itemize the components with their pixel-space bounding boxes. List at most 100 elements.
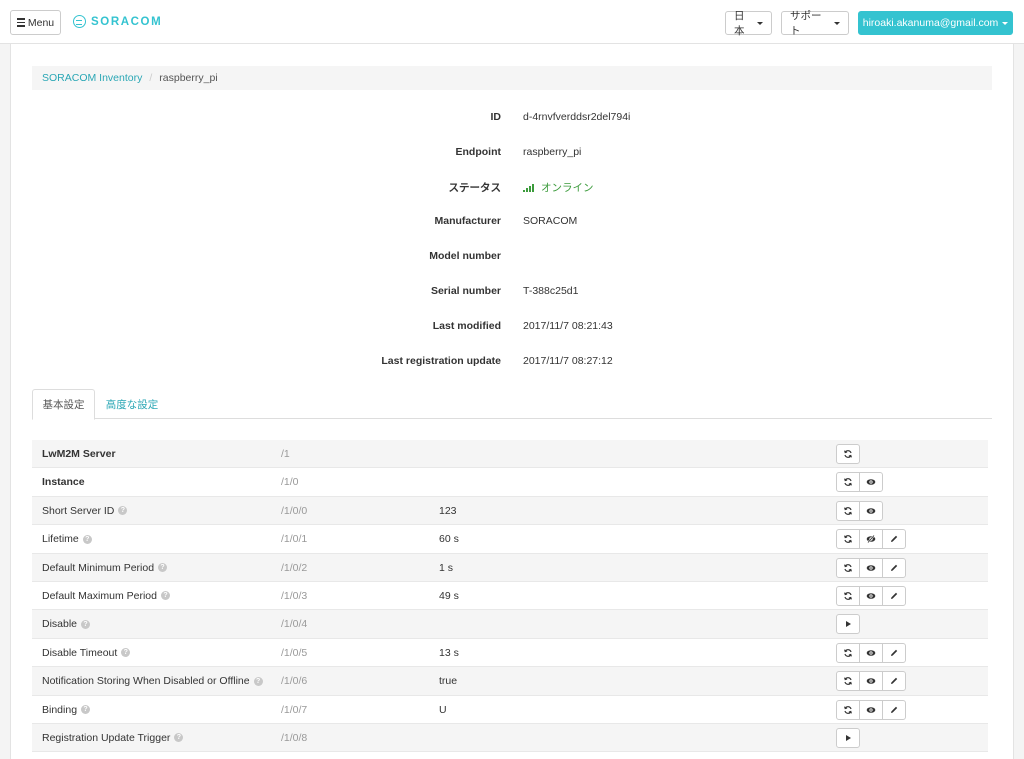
resource-name-text: Disable xyxy=(42,618,78,631)
refresh-button[interactable] xyxy=(836,500,860,521)
refresh-button[interactable] xyxy=(836,472,860,493)
help-icon[interactable]: ? xyxy=(160,591,170,601)
resource-name-text: Instance xyxy=(42,476,85,489)
refresh-button[interactable] xyxy=(836,642,860,663)
table-row: Default Minimum Period? /1/0/2 1 s xyxy=(32,553,988,582)
resource-name-text: Notification Storing When Disabled or Of… xyxy=(42,675,250,688)
resource-name-text: Binding xyxy=(42,703,78,716)
status-label: ステータス xyxy=(448,182,502,194)
resource-path: /1/0/0 xyxy=(281,504,308,517)
resource-value: 49 s xyxy=(439,589,459,602)
resource-value: 1 s xyxy=(439,561,454,574)
user-dropdown[interactable]: hiroaki.akanuma@gmail.com xyxy=(858,11,1013,35)
help-icon[interactable]: ? xyxy=(174,733,184,743)
help-icon[interactable]: ? xyxy=(253,676,263,686)
tab-basic-settings[interactable]: 基本設定 xyxy=(32,389,95,420)
breadcrumb-parent-link[interactable]: SORACOM Inventory xyxy=(42,72,142,84)
support-dropdown[interactable]: サポート xyxy=(781,10,849,37)
tab-advanced-settings[interactable]: 高度な設定 xyxy=(98,389,166,419)
resource-actions xyxy=(836,529,906,550)
refresh-icon xyxy=(843,477,853,487)
resource-name: Short Server ID? xyxy=(42,497,128,525)
serial-number-value: T-388c25d1 xyxy=(523,285,579,297)
resource-name: Registration Update Trigger? xyxy=(42,724,184,752)
help-icon[interactable]: ? xyxy=(158,563,168,573)
breadcrumb-current: raspberry_pi xyxy=(159,72,218,84)
resource-name-text: Default Minimum Period xyxy=(42,561,155,574)
table-row: Default Maximum Period? /1/0/3 49 s xyxy=(32,582,988,611)
resource-name-text: Lifetime xyxy=(42,533,79,546)
eye-button[interactable] xyxy=(859,557,883,578)
table-row: Registration Update Trigger? /1/0/8 xyxy=(32,723,988,753)
pencil-button[interactable] xyxy=(882,529,906,550)
resource-path: /1 xyxy=(281,448,290,460)
logo-text: SORACOM xyxy=(91,15,163,28)
endpoint-label: Endpoint xyxy=(455,146,502,158)
eye-icon xyxy=(866,563,876,573)
pencil-button[interactable] xyxy=(882,557,906,578)
table-row: LwM2M Server/1 xyxy=(32,440,988,469)
pencil-button[interactable] xyxy=(882,585,906,606)
play-button[interactable] xyxy=(836,727,860,748)
eye-off-button[interactable] xyxy=(859,529,883,550)
resource-actions xyxy=(836,472,883,493)
language-dropdown[interactable]: 日本 xyxy=(725,10,772,37)
resource-name-text: LwM2M Server xyxy=(42,448,116,460)
help-icon[interactable]: ? xyxy=(82,534,92,544)
help-icon[interactable]: ? xyxy=(118,506,128,516)
signal-icon xyxy=(523,183,534,192)
menu-button-label: Menu xyxy=(27,16,55,29)
refresh-button[interactable] xyxy=(836,557,860,578)
resource-name: Disable Timeout? xyxy=(42,639,131,667)
eye-icon xyxy=(866,676,876,686)
eye-button[interactable] xyxy=(859,642,883,663)
model-number-label: Model number xyxy=(429,250,501,262)
eye-button[interactable] xyxy=(859,472,883,493)
resource-value: 60 s xyxy=(439,533,459,546)
soracom-logo[interactable]: SORACOM xyxy=(73,15,162,28)
manufacturer-label: Manufacturer xyxy=(434,215,501,227)
resource-path: /1/0 xyxy=(281,476,299,489)
resource-path: /1/0/2 xyxy=(281,561,308,574)
help-icon[interactable]: ? xyxy=(81,705,91,715)
refresh-button[interactable] xyxy=(836,671,860,692)
resource-name: Lifetime? xyxy=(42,525,92,553)
menu-button[interactable]: Menu xyxy=(10,10,61,35)
table-row: Notification Storing When Disabled or Of… xyxy=(32,667,988,696)
table-row: Disable? /1/0/4 xyxy=(32,610,988,639)
hamburger-icon xyxy=(16,18,25,27)
manufacturer-value: SORACOM xyxy=(523,215,578,227)
pencil-button[interactable] xyxy=(882,671,906,692)
eye-icon xyxy=(866,648,876,658)
resource-path: /1/0/8 xyxy=(281,731,308,744)
refresh-icon xyxy=(843,705,853,715)
table-row: Short Server ID? /1/0/0 123 xyxy=(32,496,988,526)
play-button[interactable] xyxy=(836,614,860,635)
help-icon[interactable]: ? xyxy=(121,648,131,658)
pencil-icon xyxy=(889,591,899,601)
id-label: ID xyxy=(490,111,502,123)
endpoint-value: raspberry_pi xyxy=(523,146,582,158)
refresh-icon xyxy=(843,676,853,686)
resource-name: Instance xyxy=(42,468,85,496)
eye-off-icon xyxy=(866,534,876,544)
play-icon xyxy=(843,733,853,743)
resource-name-text: Short Server ID xyxy=(42,504,115,517)
refresh-button[interactable] xyxy=(836,585,860,606)
refresh-button[interactable] xyxy=(836,444,860,464)
refresh-button[interactable] xyxy=(836,699,860,720)
pencil-button[interactable] xyxy=(882,642,906,663)
resource-name-text: Default Maximum Period xyxy=(42,589,157,602)
eye-icon xyxy=(866,591,876,601)
pencil-button[interactable] xyxy=(882,699,906,720)
resource-actions xyxy=(836,671,906,692)
eye-icon xyxy=(866,705,876,715)
help-icon[interactable]: ? xyxy=(81,619,91,629)
resource-name-text: Disable Timeout xyxy=(42,646,118,659)
eye-button[interactable] xyxy=(859,699,883,720)
eye-button[interactable] xyxy=(859,500,883,521)
eye-button[interactable] xyxy=(859,585,883,606)
eye-button[interactable] xyxy=(859,671,883,692)
refresh-button[interactable] xyxy=(836,529,860,550)
id-value: d-4rnvfverddsr2del794i xyxy=(523,111,631,123)
